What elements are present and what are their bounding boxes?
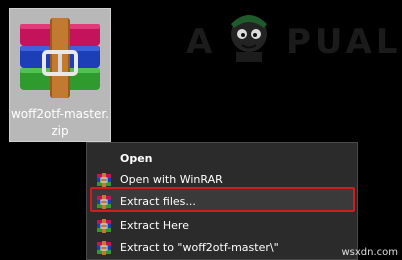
menu-item-extract-here[interactable]: Extract Here bbox=[87, 215, 357, 237]
winrar-icon bbox=[97, 241, 111, 255]
desktop-file-woff2otf-master-zip[interactable]: woff2otf-master. zip bbox=[9, 8, 111, 142]
menu-item-open-with-winrar[interactable]: Open with WinRAR bbox=[87, 169, 357, 191]
menu-item-open[interactable]: Open bbox=[87, 148, 357, 170]
menu-item-extract-to-folder[interactable]: Extract to "woff2otf-master\" bbox=[87, 237, 357, 259]
winrar-icon bbox=[97, 219, 111, 233]
context-menu: Open Open with WinRAR Extract files... E… bbox=[86, 142, 358, 260]
desktop: A PUALS bbox=[0, 0, 402, 260]
menu-item-extract-files[interactable]: Extract files... bbox=[87, 191, 357, 213]
winrar-icon bbox=[97, 195, 111, 209]
winrar-archive-icon bbox=[20, 18, 100, 98]
winrar-icon bbox=[97, 173, 111, 187]
appuals-mascot-icon bbox=[231, 15, 267, 62]
file-name-label: woff2otf-master. zip bbox=[10, 107, 110, 138]
appuals-watermark: A PUALS bbox=[186, 4, 402, 64]
site-watermark-tag: wsxdn.com bbox=[341, 247, 398, 258]
